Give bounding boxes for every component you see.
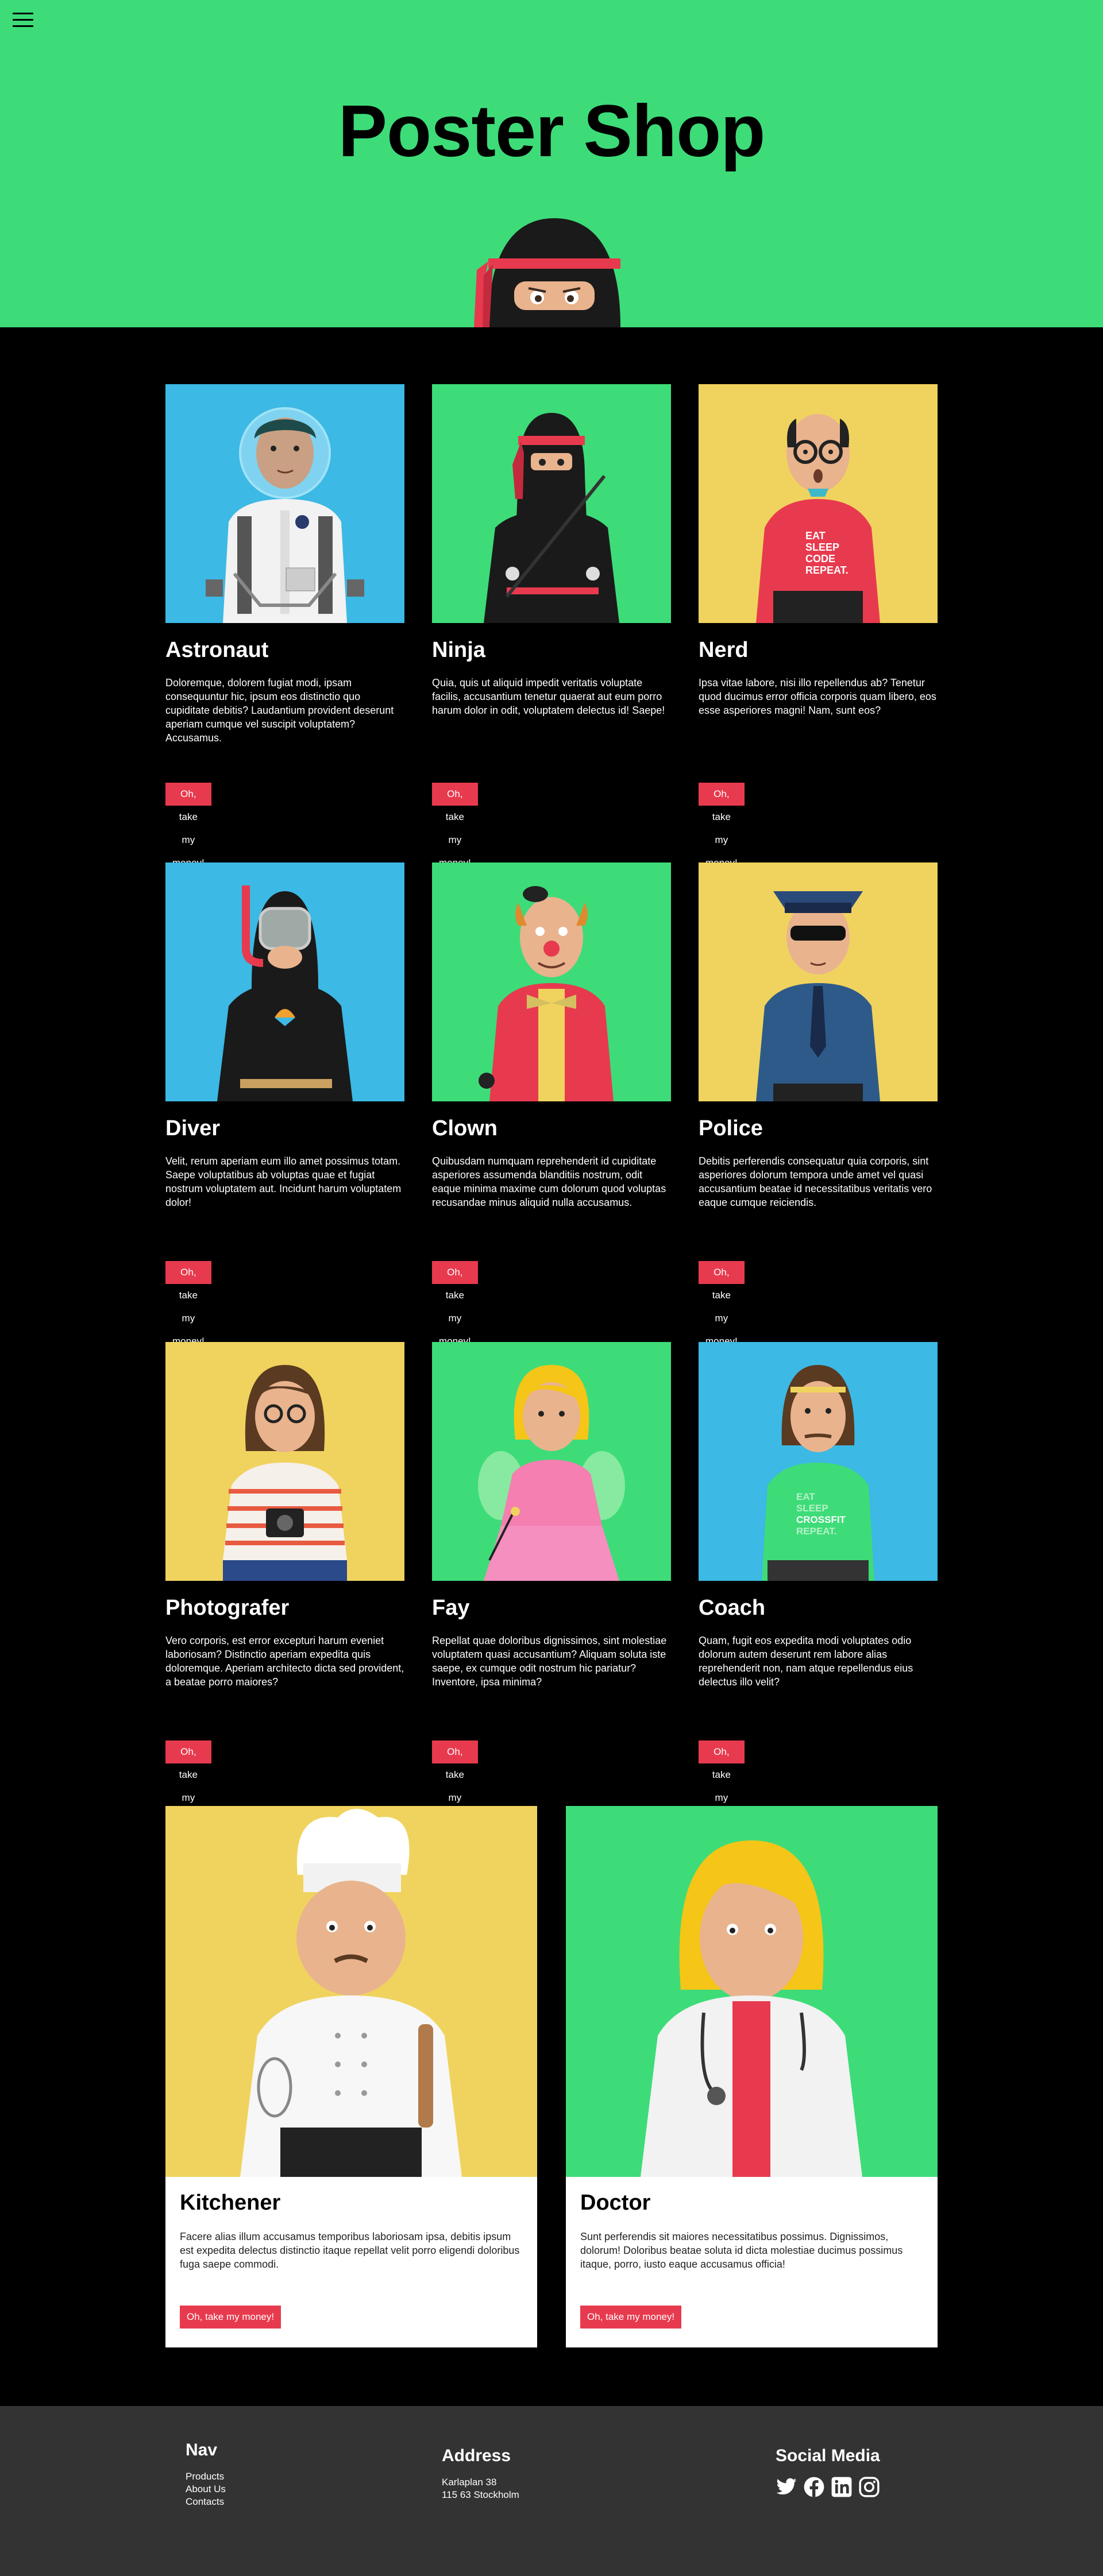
product-description: Quibusdam numquam reprehenderit id cupid…: [432, 1155, 666, 1208]
product-description: Quia, quis ut aliquid impedit veritatis …: [432, 677, 665, 716]
product-title: Coach: [699, 1596, 766, 1620]
footer-social-title: Social Media: [776, 2446, 880, 2465]
footer-link-about-us[interactable]: About Us: [186, 2483, 226, 2496]
ninja-illustration: [432, 384, 671, 623]
site-footer: Nav Products About Us Contacts Address K…: [0, 2406, 1103, 2576]
svg-text:SLEEP: SLEEP: [796, 1503, 828, 1514]
featured-card-doctor: Doctor Sunt perferendis sit maiores nece…: [566, 1806, 938, 2347]
hamburger-icon[interactable]: [13, 13, 33, 30]
product-title: Diver: [165, 1116, 221, 1140]
buy-button[interactable]: Oh, take my money!: [699, 783, 745, 868]
footer-address: Address Karlaplan 38 115 63 Stockholm: [442, 2446, 519, 2501]
facebook-icon[interactable]: [803, 2476, 825, 2498]
buy-button[interactable]: Oh, take my money!: [432, 783, 478, 868]
product-description: Ipsa vitae labore, nisi illo repellendus…: [699, 677, 936, 716]
twitter-icon[interactable]: [776, 2476, 797, 2498]
nerd-illustration: EAT SLEEP CODE REPEAT.: [699, 384, 938, 623]
svg-text:CODE: CODE: [805, 553, 835, 564]
product-title: Fay: [432, 1596, 470, 1620]
product-description: Doloremque, dolorem fugiat modi, ipsam c…: [165, 677, 394, 744]
product-description: Facere alias illum accusamus temporibus …: [180, 2231, 520, 2270]
product-description: Vero corporis, est error excepturi harum…: [165, 1635, 404, 1688]
product-title: Ninja: [432, 638, 485, 662]
diver-illustration: [165, 862, 404, 1101]
footer-link-products[interactable]: Products: [186, 2470, 226, 2483]
buy-button[interactable]: Oh, take my money!: [432, 1261, 478, 1347]
clown-illustration: [432, 862, 671, 1101]
police-illustration: [699, 862, 938, 1101]
svg-text:REPEAT.: REPEAT.: [805, 564, 849, 576]
product-description: Quam, fugit eos expedita modi voluptates…: [699, 1635, 913, 1688]
buy-button[interactable]: Oh, take my money!: [165, 1261, 211, 1347]
product-description: Sunt perferendis sit maiores necessitati…: [580, 2231, 903, 2270]
coach-illustration: EAT SLEEP CROSSFIT REPEAT.: [699, 1342, 938, 1581]
product-title: Photografer: [165, 1596, 290, 1620]
svg-text:EAT: EAT: [805, 530, 826, 541]
product-title: Astronaut: [165, 638, 269, 662]
footer-nav-title: Nav: [186, 2440, 218, 2459]
svg-text:SLEEP: SLEEP: [805, 541, 839, 553]
kitchener-illustration: [165, 1806, 537, 2177]
product-title: Nerd: [699, 638, 749, 662]
buy-button[interactable]: Oh, take my money!: [180, 2306, 281, 2329]
address-street: Karlaplan 38: [442, 2477, 497, 2488]
product-title: Clown: [432, 1116, 497, 1140]
linkedin-icon[interactable]: [831, 2476, 853, 2498]
footer-link-contacts[interactable]: Contacts: [186, 2496, 226, 2508]
product-description: Velit, rerum aperiam eum illo amet possi…: [165, 1155, 402, 1208]
buy-button[interactable]: Oh, take my money!: [165, 1740, 211, 1826]
svg-text:REPEAT.: REPEAT.: [796, 1526, 837, 1537]
buy-button[interactable]: Oh, take my money!: [699, 1740, 745, 1826]
product-description: Debitis perferendis consequatur quia cor…: [699, 1155, 932, 1208]
hero-header: Poster Shop: [0, 0, 1103, 327]
product-description: Repellat quae doloribus dignissimos, sin…: [432, 1635, 667, 1688]
buy-button[interactable]: Oh, take my money!: [580, 2306, 682, 2329]
page-title: Poster Shop: [338, 90, 766, 172]
fay-illustration: [432, 1342, 671, 1581]
instagram-icon[interactable]: [858, 2476, 880, 2498]
astronaut-illustration: [165, 384, 404, 623]
buy-button[interactable]: Oh, take my money!: [165, 783, 211, 868]
footer-social: Social Media: [776, 2446, 880, 2498]
featured-card-kitchener: Kitchener Facere alias illum accusamus t…: [165, 1806, 537, 2347]
svg-text:EAT: EAT: [796, 1491, 815, 1502]
product-title: Doctor: [580, 2191, 651, 2215]
ninja-mascot-illustration: [474, 218, 620, 327]
photografer-illustration: [165, 1342, 404, 1581]
svg-text:CROSSFIT: CROSSFIT: [796, 1514, 846, 1525]
buy-button[interactable]: Oh, take my money!: [699, 1261, 745, 1347]
buy-button[interactable]: Oh, take my money!: [432, 1740, 478, 1826]
address-city: 115 63 Stockholm: [442, 2489, 519, 2500]
footer-address-title: Address: [442, 2446, 511, 2465]
product-title: Police: [699, 1116, 763, 1140]
product-title: Kitchener: [180, 2191, 281, 2215]
doctor-illustration: [566, 1806, 938, 2177]
footer-nav: Nav Products About Us Contacts: [186, 2440, 226, 2508]
